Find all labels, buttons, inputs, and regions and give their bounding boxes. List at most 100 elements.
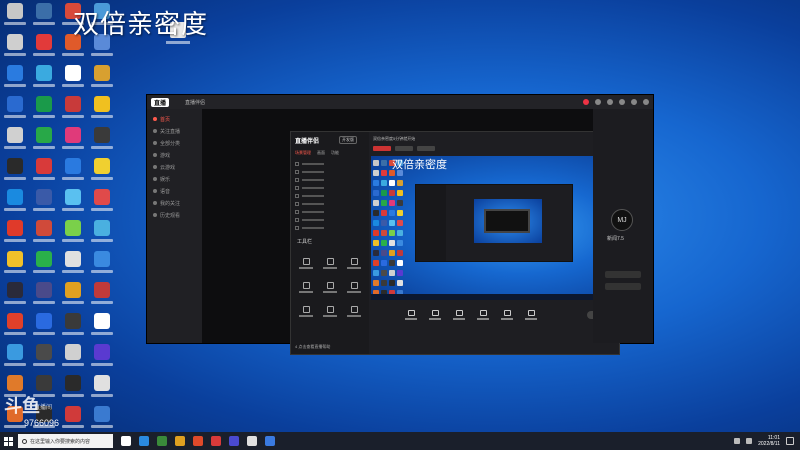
sidebar-item[interactable]: 游戏	[147, 149, 202, 161]
start-button[interactable]	[0, 432, 16, 450]
sidebar-item[interactable]: 娱乐	[147, 173, 202, 185]
inner-tab[interactable]: 功能	[331, 150, 339, 156]
taskbar-app-icon[interactable]	[193, 436, 203, 446]
sidebar-item[interactable]: 历史观看	[147, 209, 202, 221]
help-footer[interactable]: 4 点击查看直播帮助	[295, 344, 330, 350]
tool-button[interactable]	[343, 300, 365, 322]
game-button[interactable]	[453, 310, 465, 320]
tool-button[interactable]	[319, 252, 341, 274]
follow-button[interactable]	[605, 271, 641, 278]
scene-row[interactable]	[295, 208, 324, 216]
subscribe-button[interactable]	[605, 283, 641, 290]
microphone-button[interactable]	[501, 310, 513, 320]
desktop-shortcut-icon[interactable]	[90, 313, 114, 343]
notification-center-icon[interactable]	[786, 437, 794, 445]
desktop-shortcut-icon[interactable]	[32, 65, 56, 95]
clock[interactable]: 11:01 2022/8/11	[758, 435, 780, 447]
desktop-shortcut-icon[interactable]	[90, 344, 114, 374]
taskbar-app-icon[interactable]	[175, 436, 185, 446]
user-avatar-icon[interactable]	[595, 99, 601, 105]
screen-capture-button[interactable]	[405, 310, 417, 320]
desktop-shortcut-icon[interactable]	[3, 251, 27, 281]
sidebar-item[interactable]: 我的关注	[147, 197, 202, 209]
taskbar-app-icon[interactable]	[211, 436, 221, 446]
desktop-shortcut-icon[interactable]	[61, 158, 85, 188]
desktop-shortcut-icon[interactable]	[61, 189, 85, 219]
inner-tab[interactable]: 画面	[317, 150, 325, 156]
network-icon[interactable]	[734, 438, 741, 444]
desktop-shortcut-icon[interactable]	[32, 3, 56, 33]
desktop-shortcut-icon[interactable]	[90, 220, 114, 250]
scene-row[interactable]	[295, 192, 324, 200]
tool-button[interactable]	[343, 276, 365, 298]
scene-row[interactable]	[295, 184, 324, 192]
taskbar-app-icon[interactable]	[157, 436, 167, 446]
scene-row[interactable]	[295, 176, 324, 184]
desktop-shortcut-icon[interactable]	[90, 96, 114, 126]
tool-button[interactable]	[295, 300, 317, 322]
taskbar-app-icon[interactable]	[229, 436, 239, 446]
desktop-shortcut-icon[interactable]	[90, 158, 114, 188]
desktop-shortcut-icon[interactable]	[32, 344, 56, 374]
desktop-shortcut-icon[interactable]	[90, 189, 114, 219]
desktop-shortcut-icon[interactable]	[3, 313, 27, 343]
tool-button[interactable]	[319, 300, 341, 322]
desktop-shortcut-icon[interactable]	[90, 65, 114, 95]
camera-button[interactable]	[429, 310, 441, 320]
desktop-shortcut-icon[interactable]	[61, 251, 85, 281]
sidebar-item[interactable]: 全部分类	[147, 137, 202, 149]
maximize-icon[interactable]	[631, 99, 637, 105]
desktop-shortcut-icon[interactable]	[32, 220, 56, 250]
inner-tab[interactable]: 场景管理	[295, 150, 311, 156]
desktop-shortcut-icon[interactable]	[61, 282, 85, 312]
desktop-shortcut-icon[interactable]	[32, 251, 56, 281]
desktop-shortcut-icon[interactable]	[61, 127, 85, 157]
desktop-shortcut-icon[interactable]	[32, 313, 56, 343]
streamer-avatar[interactable]: MJ	[611, 209, 633, 231]
desktop-shortcut-icon[interactable]	[32, 282, 56, 312]
taskbar-app-icon[interactable]	[265, 436, 275, 446]
desktop-shortcut-icon[interactable]	[61, 96, 85, 126]
desktop-shortcut-icon[interactable]	[3, 65, 27, 95]
taskbar-app-icon[interactable]	[139, 436, 149, 446]
desktop-shortcut-icon[interactable]	[90, 282, 114, 312]
taskbar-search[interactable]: 在这里输入你要搜索的内容	[18, 434, 113, 448]
taskbar-app-icon[interactable]	[121, 436, 131, 446]
scene-row[interactable]	[295, 200, 324, 208]
sidebar-item[interactable]: 关注直播	[147, 125, 202, 137]
desktop-shortcut-icon[interactable]	[3, 34, 27, 64]
desktop-shortcut-icon[interactable]	[32, 34, 56, 64]
scene-row[interactable]	[295, 224, 324, 232]
taskbar-app-icon[interactable]	[247, 436, 257, 446]
desktop-shortcut-icon[interactable]	[3, 344, 27, 374]
tool-button[interactable]	[295, 252, 317, 274]
tool-button[interactable]	[343, 252, 365, 274]
desktop-shortcut-icon[interactable]	[3, 127, 27, 157]
desktop-shortcut-icon[interactable]	[32, 189, 56, 219]
desktop-shortcut-icon[interactable]	[90, 251, 114, 281]
volume-icon[interactable]	[746, 438, 753, 444]
desktop-shortcut-icon[interactable]	[32, 127, 56, 157]
desktop-shortcut-icon[interactable]	[90, 375, 114, 405]
tool-button[interactable]	[295, 276, 317, 298]
bitrate-pill[interactable]	[417, 146, 435, 151]
desktop-shortcut-icon[interactable]	[3, 3, 27, 33]
scene-row[interactable]	[295, 168, 324, 176]
close-icon[interactable]	[643, 99, 649, 105]
desktop-shortcut-icon[interactable]	[61, 344, 85, 374]
desktop-shortcut-icon[interactable]	[90, 127, 114, 157]
settings-icon[interactable]	[607, 99, 613, 105]
scene-row[interactable]	[295, 216, 324, 224]
desktop-shortcut-icon[interactable]	[3, 96, 27, 126]
desktop-shortcut-icon[interactable]	[61, 65, 85, 95]
mode-pill[interactable]	[373, 146, 391, 151]
minimize-icon[interactable]	[619, 99, 625, 105]
fps-pill[interactable]	[395, 146, 413, 151]
desktop-shortcut-icon[interactable]	[32, 96, 56, 126]
scene-row[interactable]	[295, 160, 324, 168]
tool-button[interactable]	[319, 276, 341, 298]
desktop-shortcut-icon[interactable]	[32, 158, 56, 188]
speaker-button[interactable]	[525, 310, 537, 320]
desktop-shortcut-icon[interactable]	[3, 220, 27, 250]
notification-icon[interactable]	[583, 99, 589, 105]
